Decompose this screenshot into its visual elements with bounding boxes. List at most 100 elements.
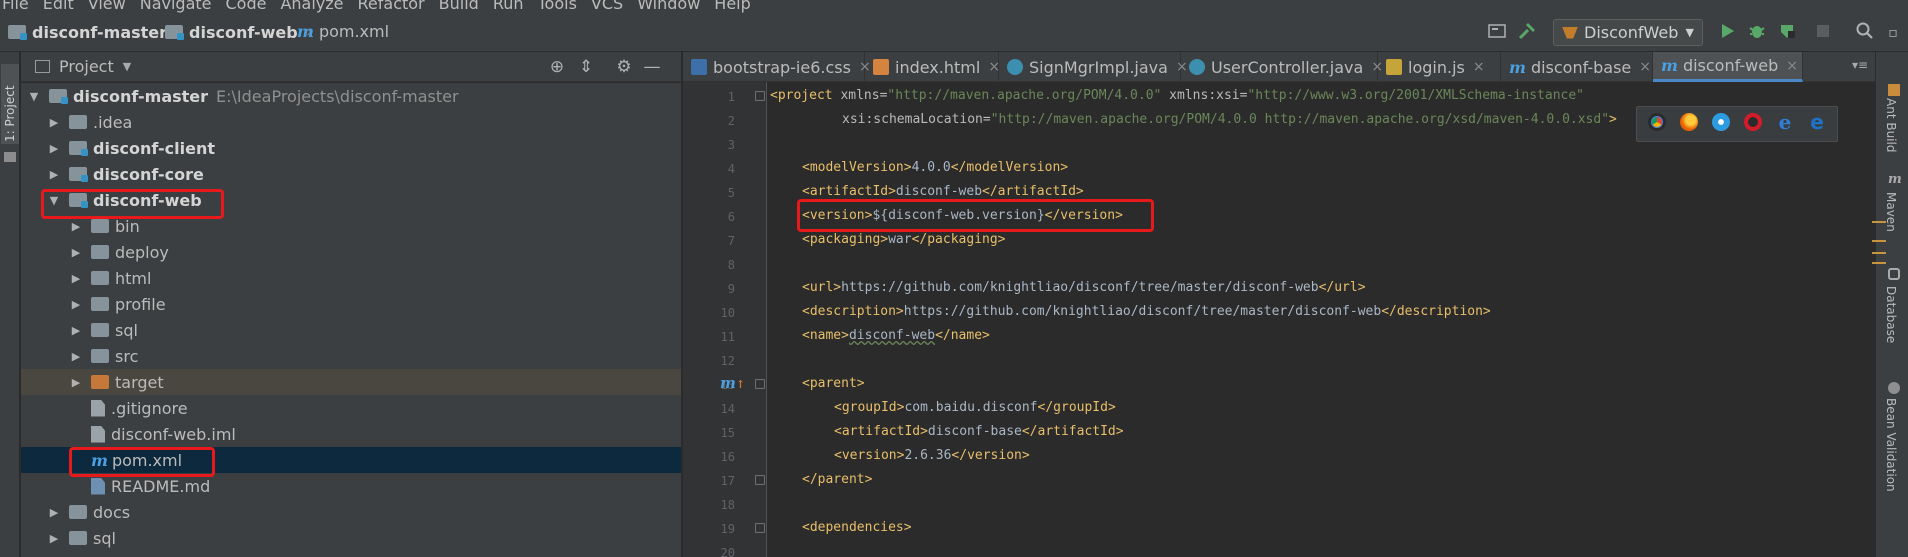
tab-index-html[interactable]: index.html ×	[865, 52, 1000, 82]
tab-login-js[interactable]: login.js ×	[1378, 52, 1501, 82]
tab-signmgrimpl-java[interactable]: SignMgrImpl.java ×	[999, 52, 1188, 82]
build-hammer-icon[interactable]	[1516, 20, 1538, 42]
menu-help[interactable]: Help	[714, 0, 750, 13]
menu-build[interactable]: Build	[439, 0, 479, 13]
collapse-all-icon[interactable]: ⇕	[577, 58, 595, 76]
menu-navigate[interactable]: Navigate	[140, 0, 212, 13]
hide-panel-icon[interactable]: —	[643, 58, 661, 76]
debug-icon[interactable]	[1746, 20, 1768, 42]
chrome-icon[interactable]	[1648, 113, 1666, 131]
close-icon[interactable]: ×	[1786, 58, 1798, 74]
locate-file-icon[interactable]: ⊕	[548, 58, 566, 76]
breadcrumb-project[interactable]: disconf-master ›	[8, 22, 182, 42]
tree-item-gitignore[interactable]: .gitignore	[21, 395, 681, 421]
code-line-5: <artifactId>disconf-web</artifactId>	[802, 184, 1084, 199]
code-line-2: xsi:schemaLocation="http://maven.apache.…	[842, 112, 1617, 127]
warning-mark[interactable]	[1872, 252, 1886, 254]
close-icon[interactable]: ×	[1473, 59, 1485, 75]
code-editor[interactable]	[768, 82, 1875, 557]
run-configuration-select[interactable]: DisconfWeb ▼	[1553, 19, 1703, 46]
search-everywhere-icon[interactable]	[1854, 20, 1876, 42]
tree-item-iml[interactable]: disconf-web.iml	[21, 421, 681, 447]
safari-icon[interactable]	[1712, 113, 1730, 131]
tree-item-deploy[interactable]: ▶ deploy	[21, 239, 681, 265]
folder-icon	[91, 297, 109, 311]
project-view-selector[interactable]: Project ▼	[35, 57, 131, 76]
tab-bootstrap-ie6-css[interactable]: bootstrap-ie6.css ×	[683, 52, 871, 82]
tree-item-readme[interactable]: README.md	[21, 473, 681, 499]
fold-marker-icon[interactable]	[755, 523, 765, 533]
code-line-10: <description>https://github.com/knightli…	[802, 304, 1491, 319]
folder-icon	[91, 271, 109, 285]
line-number: 18	[720, 498, 735, 512]
tree-item-sql-root[interactable]: ▶ sql	[21, 525, 681, 551]
database-tool-tab[interactable]: Database	[1884, 286, 1898, 343]
tree-item-pom-xml[interactable]: m pom.xml	[21, 447, 681, 473]
line-number: 16	[720, 450, 735, 464]
fold-marker-icon[interactable]	[755, 91, 765, 101]
maven-icon: m	[1661, 56, 1678, 75]
internet-explorer-icon[interactable]: e	[1776, 112, 1794, 132]
maven-parent-gutter-icon[interactable]: m↑	[720, 374, 745, 392]
menu-edit[interactable]: Edit	[43, 0, 74, 13]
code-line-9: <url>https://github.com/knightliao/disco…	[802, 280, 1366, 295]
opera-icon[interactable]	[1744, 113, 1762, 131]
ant-build-tool-tab[interactable]: Ant Build	[1884, 98, 1898, 152]
code-line-11: <name>disconf-web</name>	[802, 328, 990, 343]
tree-item-html[interactable]: ▶ html	[21, 265, 681, 291]
maven-icon: m	[1888, 172, 1902, 187]
module-folder-icon	[69, 167, 88, 182]
menu-vcs[interactable]: VCS	[591, 0, 623, 13]
tab-disconf-web[interactable]: m disconf-web ×	[1653, 52, 1803, 82]
gear-icon[interactable]: ⚙	[615, 58, 633, 76]
structure-icon[interactable]	[4, 152, 16, 162]
menu-window[interactable]: Window	[637, 0, 700, 13]
tree-item-docs[interactable]: ▶ docs	[21, 499, 681, 525]
firefox-icon[interactable]	[1680, 113, 1698, 131]
warning-mark[interactable]	[1872, 240, 1886, 242]
warning-mark[interactable]	[1872, 262, 1886, 264]
project-tool-tab[interactable]: 1: Project	[1, 64, 19, 144]
tab-usercontroller-java[interactable]: UserController.java ×	[1181, 52, 1383, 82]
tree-item-idea[interactable]: ▶ .idea	[21, 109, 681, 135]
tree-item-disconf-core[interactable]: ▶ disconf-core	[21, 161, 681, 187]
tree-item-disconf-web[interactable]: ▼ disconf-web	[21, 187, 681, 213]
tree-item-disconf-client[interactable]: ▶ disconf-client	[21, 135, 681, 161]
tree-item-profile[interactable]: ▶ profile	[21, 291, 681, 317]
menu-tools[interactable]: Tools	[538, 0, 577, 13]
collapsed-arrow-icon: ▶	[71, 375, 81, 389]
menu-refactor[interactable]: Refactor	[358, 0, 425, 13]
menu-analyze[interactable]: Analyze	[280, 0, 343, 13]
project-structure-icon[interactable]	[1486, 20, 1508, 42]
close-icon[interactable]: ×	[1639, 59, 1651, 75]
collapsed-arrow-icon: ▶	[71, 323, 81, 337]
bean-validation-tool-tab[interactable]: Bean Validation	[1884, 398, 1898, 492]
tree-item-target[interactable]: ▶ target	[21, 369, 681, 395]
folder-icon	[69, 531, 87, 545]
menu-view[interactable]: View	[88, 0, 126, 13]
code-line-17: </parent>	[802, 472, 873, 487]
run-icon[interactable]	[1716, 20, 1738, 42]
breadcrumb-file[interactable]: m pom.xml	[297, 22, 389, 41]
breadcrumb-module[interactable]: disconf-web ›	[165, 22, 313, 42]
folder-icon	[69, 505, 87, 519]
tree-item-bin[interactable]: ▶ bin	[21, 213, 681, 239]
tree-item-disconf-master[interactable]: ▼ disconf-master E:\IdeaProjects\disconf…	[21, 83, 681, 109]
toolbar-overflow-icon[interactable]: ▫	[1882, 22, 1904, 44]
edge-icon[interactable]: e	[1808, 112, 1826, 132]
line-number: 3	[727, 138, 735, 152]
fold-marker-icon[interactable]	[755, 379, 765, 389]
fold-marker-icon[interactable]	[755, 475, 765, 485]
tab-disconf-base[interactable]: m disconf-base ×	[1501, 52, 1653, 82]
tree-item-sql[interactable]: ▶ sql	[21, 317, 681, 343]
tabs-overflow-icon[interactable]: ▾≡	[1852, 58, 1868, 72]
tree-item-src[interactable]: ▶ src	[21, 343, 681, 369]
menu-file[interactable]: File	[2, 0, 29, 13]
stop-icon[interactable]	[1812, 20, 1834, 42]
collapsed-arrow-icon: ▶	[49, 531, 59, 545]
coverage-icon[interactable]	[1776, 20, 1798, 42]
menu-run[interactable]: Run	[493, 0, 524, 13]
menu-code[interactable]: Code	[226, 0, 267, 13]
maven-tool-tab[interactable]: Maven	[1884, 192, 1898, 232]
java-class-icon	[1189, 59, 1205, 75]
